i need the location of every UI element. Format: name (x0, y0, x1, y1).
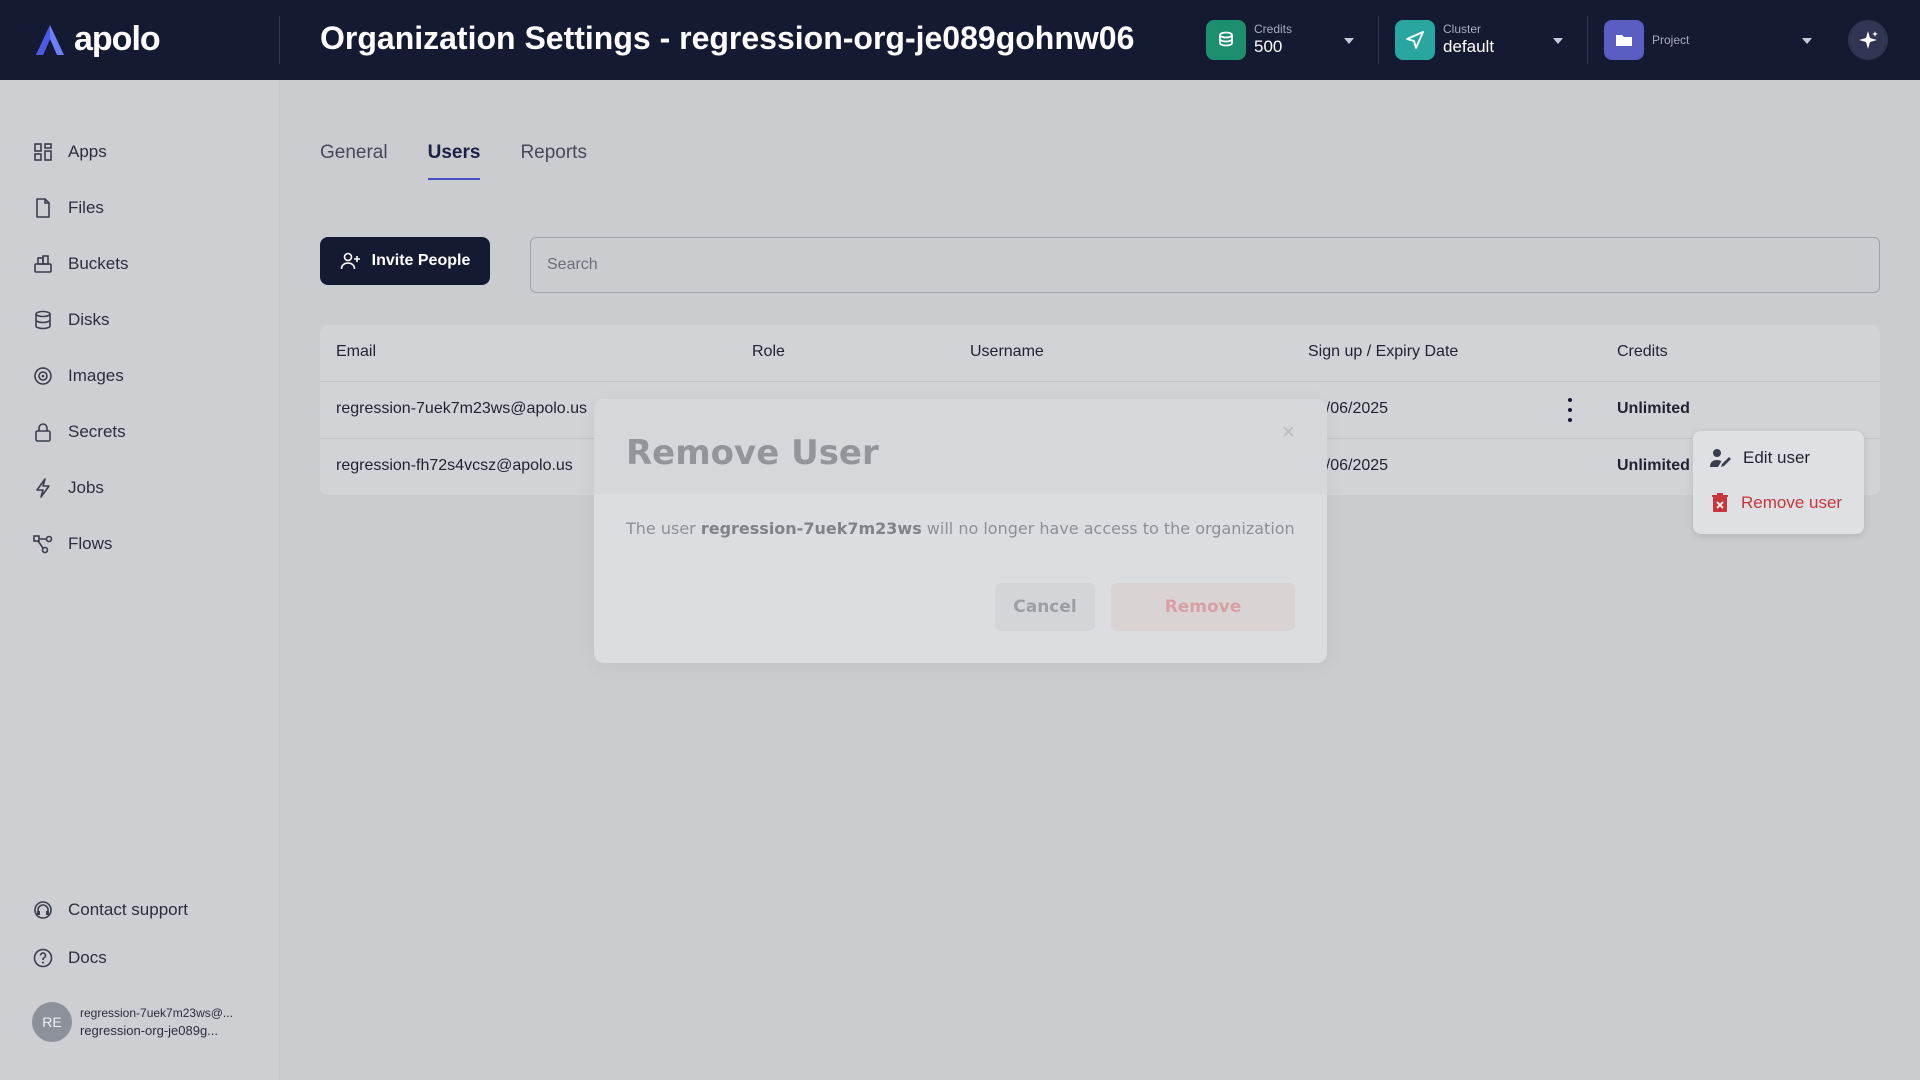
sidebar-item-files[interactable]: Files (32, 194, 104, 222)
cell-credits: Unlimited (1617, 457, 1690, 474)
sidebar-item-label: Docs (68, 948, 107, 967)
sidebar-item-label: Disks (68, 310, 110, 329)
row-divider (320, 381, 1880, 382)
user-org: regression-org-je089g... (80, 1023, 219, 1038)
edit-user-menu-item[interactable]: Edit user (1709, 447, 1810, 469)
cancel-button[interactable]: Cancel (995, 583, 1095, 631)
file-icon (36, 198, 50, 218)
remove-button[interactable]: Remove (1111, 583, 1295, 631)
dialog-message-suffix: will no longer have access to the organi… (921, 519, 1295, 538)
column-header-date[interactable]: Sign up / Expiry Date (1308, 343, 1458, 361)
flow-icon (33, 535, 53, 554)
sidebar-item-images[interactable]: Images (32, 362, 124, 390)
help-circle-icon (33, 948, 53, 968)
user-email: regression-7uek7m23ws@... (80, 1006, 233, 1020)
sidebar-item-label: Flows (68, 534, 113, 553)
database-icon (35, 310, 51, 330)
sidebar-item-jobs[interactable]: Jobs (32, 474, 104, 502)
search-input[interactable] (530, 237, 1880, 293)
sidebar-item-label: Apps (68, 142, 107, 161)
sidebar-item-docs[interactable]: Docs (32, 944, 107, 972)
dialog-message-user: regression-7uek7m23ws (700, 519, 922, 538)
headset-icon (34, 901, 52, 919)
invite-people-button[interactable]: Invite People (320, 237, 490, 285)
page-title: Organization Settings - regression-org-j… (320, 20, 1135, 56)
cell-email: regression-fh72s4vcsz@apolo.us (336, 457, 573, 474)
sparkle-icon (1859, 31, 1878, 49)
remove-user-menu-item[interactable]: Remove user (1709, 492, 1842, 514)
credits-label: Credits (1254, 22, 1293, 36)
tab-users[interactable]: Users (427, 142, 481, 180)
cluster-value: default (1443, 37, 1495, 56)
apps-grid-icon (34, 143, 52, 161)
avatar: RE (32, 1002, 72, 1042)
sidebar-item-contact-support[interactable]: Contact support (32, 896, 188, 924)
cluster-selector[interactable]: Cluster default (1395, 18, 1494, 62)
sidebar-item-buckets[interactable]: Buckets (32, 250, 128, 278)
cell-date-rest: /06/2025 (1325, 457, 1389, 474)
user-plus-icon (340, 252, 360, 270)
tab-general[interactable]: General (320, 142, 388, 180)
sidebar-item-label: Images (68, 366, 124, 385)
cluster-label: Cluster (1443, 22, 1482, 36)
coins-icon (1206, 20, 1246, 60)
row-actions-kebab-icon[interactable] (1566, 398, 1574, 422)
apolo-logo-mark-icon (36, 24, 64, 55)
column-header-role[interactable]: Role (752, 343, 785, 361)
sidebar-item-flows[interactable]: Flows (32, 530, 112, 558)
dialog-title: Remove User (626, 433, 879, 473)
project-chevron-down-icon[interactable] (1802, 38, 1812, 44)
close-icon[interactable]: × (1282, 419, 1295, 445)
folder-icon (1604, 20, 1644, 60)
sidebar-item-disks[interactable]: Disks (32, 306, 110, 334)
header-divider (1378, 16, 1379, 64)
lock-icon (35, 423, 51, 442)
sidebar-item-label: Contact support (68, 900, 189, 919)
project-label: Project (1652, 33, 1690, 47)
apolo-logo-text: apolo (74, 20, 161, 58)
user-edit-icon (1710, 449, 1731, 467)
send-icon (1395, 20, 1435, 60)
header-divider (1587, 16, 1588, 64)
sidebar-item-label: Secrets (68, 422, 126, 441)
invite-people-label: Invite People (371, 252, 471, 269)
column-header-credits[interactable]: Credits (1617, 343, 1668, 361)
settings-tabs: General Users Reports (320, 142, 587, 180)
user-account-chip[interactable]: RE regression-7uek7m23ws@... regression-… (32, 1002, 233, 1042)
sidebar-item-apps[interactable]: Apps (32, 138, 107, 166)
row-actions-menu: Edit user Remove user (1693, 431, 1864, 534)
column-header-email[interactable]: Email (336, 343, 376, 361)
edit-user-label: Edit user (1743, 448, 1811, 467)
credits-selector[interactable]: Credits 500 (1206, 18, 1292, 62)
bucket-icon (34, 255, 52, 273)
header-divider (279, 16, 280, 64)
ai-assistant-button[interactable] (1848, 20, 1888, 60)
column-header-username[interactable]: Username (970, 343, 1044, 361)
lightning-icon (36, 478, 50, 498)
sidebar-item-label: Buckets (68, 254, 129, 273)
cluster-chevron-down-icon[interactable] (1553, 38, 1563, 44)
credits-value: 500 (1254, 37, 1283, 56)
cell-email: regression-7uek7m23ws@apolo.us (336, 400, 588, 417)
tab-reports[interactable]: Reports (520, 142, 587, 180)
apolo-logo[interactable]: apolo (32, 20, 161, 59)
cell-credits: Unlimited (1617, 400, 1690, 417)
image-disc-icon (34, 367, 52, 385)
trash-icon (1712, 493, 1728, 512)
cell-date-rest: /06/2025 (1325, 400, 1389, 417)
remove-user-dialog: Remove User × The user regression-7uek7m… (594, 399, 1327, 663)
dialog-message-prefix: The user (626, 519, 701, 538)
remove-user-label: Remove user (1741, 493, 1843, 512)
project-selector[interactable]: Project (1604, 18, 1689, 62)
sidebar: Apps Files Buckets Disks Images Secrets … (0, 80, 280, 1080)
sidebar-item-secrets[interactable]: Secrets (32, 418, 126, 446)
sidebar-item-label: Jobs (68, 478, 104, 497)
sidebar-item-label: Files (68, 198, 104, 217)
credits-chevron-down-icon[interactable] (1344, 38, 1354, 44)
top-navigation-bar: apolo Organization Settings - regression… (0, 0, 1920, 80)
dialog-message: The user regression-7uek7m23ws will no l… (626, 519, 1295, 538)
